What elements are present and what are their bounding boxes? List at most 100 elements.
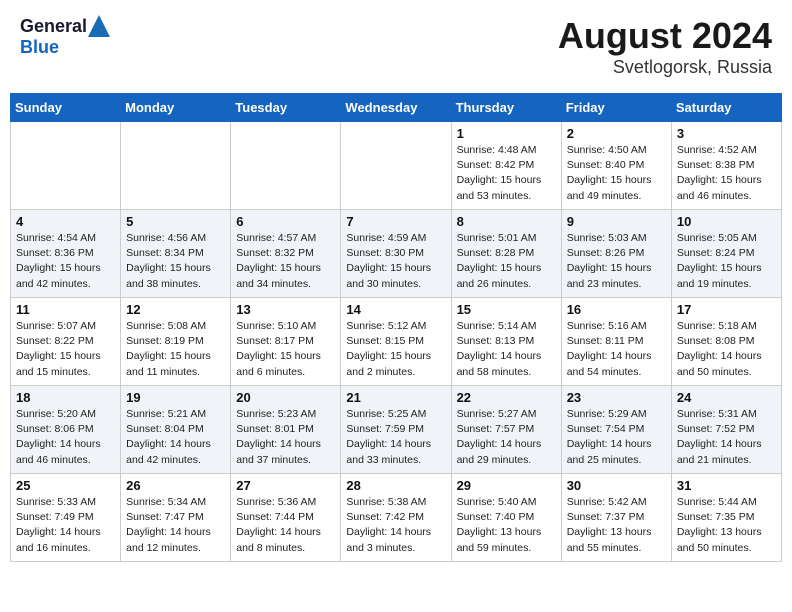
day-info: Sunrise: 4:56 AM Sunset: 8:34 PM Dayligh…: [126, 231, 225, 292]
day-info: Sunrise: 5:03 AM Sunset: 8:26 PM Dayligh…: [567, 231, 666, 292]
day-cell: 18 Sunrise: 5:20 AM Sunset: 8:06 PM Dayli…: [11, 386, 121, 474]
day-cell: 7 Sunrise: 4:59 AM Sunset: 8:30 PM Daylig…: [341, 210, 451, 298]
day-number: 25: [16, 478, 115, 493]
day-info: Sunrise: 5:20 AM Sunset: 8:06 PM Dayligh…: [16, 407, 115, 468]
week-row-3: 11Sunrise: 5:07 AM Sunset: 8:22 PM Dayli…: [11, 298, 782, 386]
day-info: Sunrise: 5:38 AM Sunset: 7:42 PM Dayligh…: [346, 495, 445, 556]
day-number: 30: [567, 478, 666, 493]
logo-blue-text: Blue: [20, 37, 59, 57]
day-info: Sunrise: 5:33 AM Sunset: 7:49 PM Dayligh…: [16, 495, 115, 556]
day-cell: 27 Sunrise: 5:36 AM Sunset: 7:44 PM Dayli…: [231, 474, 341, 562]
day-info: Sunrise: 5:29 AM Sunset: 7:54 PM Dayligh…: [567, 407, 666, 468]
day-info: Sunrise: 5:10 AM Sunset: 8:17 PM Dayligh…: [236, 319, 335, 380]
day-info: Sunrise: 5:23 AM Sunset: 8:01 PM Dayligh…: [236, 407, 335, 468]
day-cell: 17 Sunrise: 5:18 AM Sunset: 8:08 PM Dayli…: [671, 298, 781, 386]
day-number: 13: [236, 302, 335, 317]
week-row-1: 1 Sunrise: 4:48 AM Sunset: 8:42 PM Daylig…: [11, 122, 782, 210]
day-number: 14: [346, 302, 445, 317]
day-cell: 23 Sunrise: 5:29 AM Sunset: 7:54 PM Dayli…: [561, 386, 671, 474]
header-monday: Monday: [121, 94, 231, 122]
day-info: Sunrise: 5:25 AM Sunset: 7:59 PM Dayligh…: [346, 407, 445, 468]
day-cell: [341, 122, 451, 210]
day-info: Sunrise: 4:52 AM Sunset: 8:38 PM Dayligh…: [677, 143, 776, 204]
title-month: August 2024: [558, 15, 772, 57]
day-cell: 2 Sunrise: 4:50 AM Sunset: 8:40 PM Daylig…: [561, 122, 671, 210]
day-number: 16: [567, 302, 666, 317]
day-number: 9: [567, 214, 666, 229]
day-cell: 5 Sunrise: 4:56 AM Sunset: 8:34 PM Daylig…: [121, 210, 231, 298]
day-number: 28: [346, 478, 445, 493]
day-cell: [231, 122, 341, 210]
header-wednesday: Wednesday: [341, 94, 451, 122]
day-cell: 14 Sunrise: 5:12 AM Sunset: 8:15 PM Dayli…: [341, 298, 451, 386]
day-number: 3: [677, 126, 776, 141]
day-cell: 29Sunrise: 5:40 AM Sunset: 7:40 PM Dayli…: [451, 474, 561, 562]
day-cell: 19 Sunrise: 5:21 AM Sunset: 8:04 PM Dayli…: [121, 386, 231, 474]
header-friday: Friday: [561, 94, 671, 122]
day-info: Sunrise: 5:42 AM Sunset: 7:37 PM Dayligh…: [567, 495, 666, 556]
day-number: 26: [126, 478, 225, 493]
day-cell: 1 Sunrise: 4:48 AM Sunset: 8:42 PM Daylig…: [451, 122, 561, 210]
calendar-header-row: SundayMondayTuesdayWednesdayThursdayFrid…: [11, 94, 782, 122]
day-cell: 22Sunrise: 5:27 AM Sunset: 7:57 PM Dayli…: [451, 386, 561, 474]
day-cell: 11Sunrise: 5:07 AM Sunset: 8:22 PM Dayli…: [11, 298, 121, 386]
week-row-2: 4 Sunrise: 4:54 AM Sunset: 8:36 PM Daylig…: [11, 210, 782, 298]
day-number: 31: [677, 478, 776, 493]
day-number: 29: [457, 478, 556, 493]
day-number: 12: [126, 302, 225, 317]
day-cell: 6Sunrise: 4:57 AM Sunset: 8:32 PM Daylig…: [231, 210, 341, 298]
day-cell: 25 Sunrise: 5:33 AM Sunset: 7:49 PM Dayli…: [11, 474, 121, 562]
page-header: General Blue August 2024 Svetlogorsk, Ru…: [10, 10, 782, 83]
week-row-5: 25 Sunrise: 5:33 AM Sunset: 7:49 PM Dayli…: [11, 474, 782, 562]
header-tuesday: Tuesday: [231, 94, 341, 122]
logo: General Blue: [20, 15, 110, 58]
day-cell: 3 Sunrise: 4:52 AM Sunset: 8:38 PM Daylig…: [671, 122, 781, 210]
day-cell: 16 Sunrise: 5:16 AM Sunset: 8:11 PM Dayli…: [561, 298, 671, 386]
day-number: 10: [677, 214, 776, 229]
day-cell: 21 Sunrise: 5:25 AM Sunset: 7:59 PM Dayli…: [341, 386, 451, 474]
day-number: 11: [16, 302, 115, 317]
day-number: 1: [457, 126, 556, 141]
day-number: 19: [126, 390, 225, 405]
calendar-table: SundayMondayTuesdayWednesdayThursdayFrid…: [10, 93, 782, 562]
header-sunday: Sunday: [11, 94, 121, 122]
day-number: 4: [16, 214, 115, 229]
day-number: 27: [236, 478, 335, 493]
day-info: Sunrise: 5:16 AM Sunset: 8:11 PM Dayligh…: [567, 319, 666, 380]
day-cell: 28 Sunrise: 5:38 AM Sunset: 7:42 PM Dayli…: [341, 474, 451, 562]
day-cell: 9 Sunrise: 5:03 AM Sunset: 8:26 PM Daylig…: [561, 210, 671, 298]
header-saturday: Saturday: [671, 94, 781, 122]
logo-icon: [88, 15, 110, 37]
week-row-4: 18 Sunrise: 5:20 AM Sunset: 8:06 PM Dayli…: [11, 386, 782, 474]
day-info: Sunrise: 4:59 AM Sunset: 8:30 PM Dayligh…: [346, 231, 445, 292]
day-cell: 20 Sunrise: 5:23 AM Sunset: 8:01 PM Dayli…: [231, 386, 341, 474]
day-number: 21: [346, 390, 445, 405]
logo-general-text: General: [20, 16, 87, 37]
day-info: Sunrise: 5:21 AM Sunset: 8:04 PM Dayligh…: [126, 407, 225, 468]
day-info: Sunrise: 5:31 AM Sunset: 7:52 PM Dayligh…: [677, 407, 776, 468]
day-info: Sunrise: 5:12 AM Sunset: 8:15 PM Dayligh…: [346, 319, 445, 380]
day-cell: 26 Sunrise: 5:34 AM Sunset: 7:47 PM Dayli…: [121, 474, 231, 562]
day-info: Sunrise: 4:48 AM Sunset: 8:42 PM Dayligh…: [457, 143, 556, 204]
day-info: Sunrise: 5:18 AM Sunset: 8:08 PM Dayligh…: [677, 319, 776, 380]
day-cell: [11, 122, 121, 210]
day-number: 5: [126, 214, 225, 229]
day-info: Sunrise: 5:05 AM Sunset: 8:24 PM Dayligh…: [677, 231, 776, 292]
day-number: 8: [457, 214, 556, 229]
day-number: 2: [567, 126, 666, 141]
title-location: Svetlogorsk, Russia: [558, 57, 772, 78]
day-info: Sunrise: 5:14 AM Sunset: 8:13 PM Dayligh…: [457, 319, 556, 380]
day-number: 20: [236, 390, 335, 405]
day-cell: 24Sunrise: 5:31 AM Sunset: 7:52 PM Dayli…: [671, 386, 781, 474]
day-cell: 15 Sunrise: 5:14 AM Sunset: 8:13 PM Dayli…: [451, 298, 561, 386]
day-number: 23: [567, 390, 666, 405]
day-info: Sunrise: 5:34 AM Sunset: 7:47 PM Dayligh…: [126, 495, 225, 556]
day-number: 7: [346, 214, 445, 229]
day-number: 18: [16, 390, 115, 405]
day-number: 15: [457, 302, 556, 317]
day-info: Sunrise: 4:54 AM Sunset: 8:36 PM Dayligh…: [16, 231, 115, 292]
header-thursday: Thursday: [451, 94, 561, 122]
day-number: 17: [677, 302, 776, 317]
day-info: Sunrise: 5:36 AM Sunset: 7:44 PM Dayligh…: [236, 495, 335, 556]
day-info: Sunrise: 4:50 AM Sunset: 8:40 PM Dayligh…: [567, 143, 666, 204]
